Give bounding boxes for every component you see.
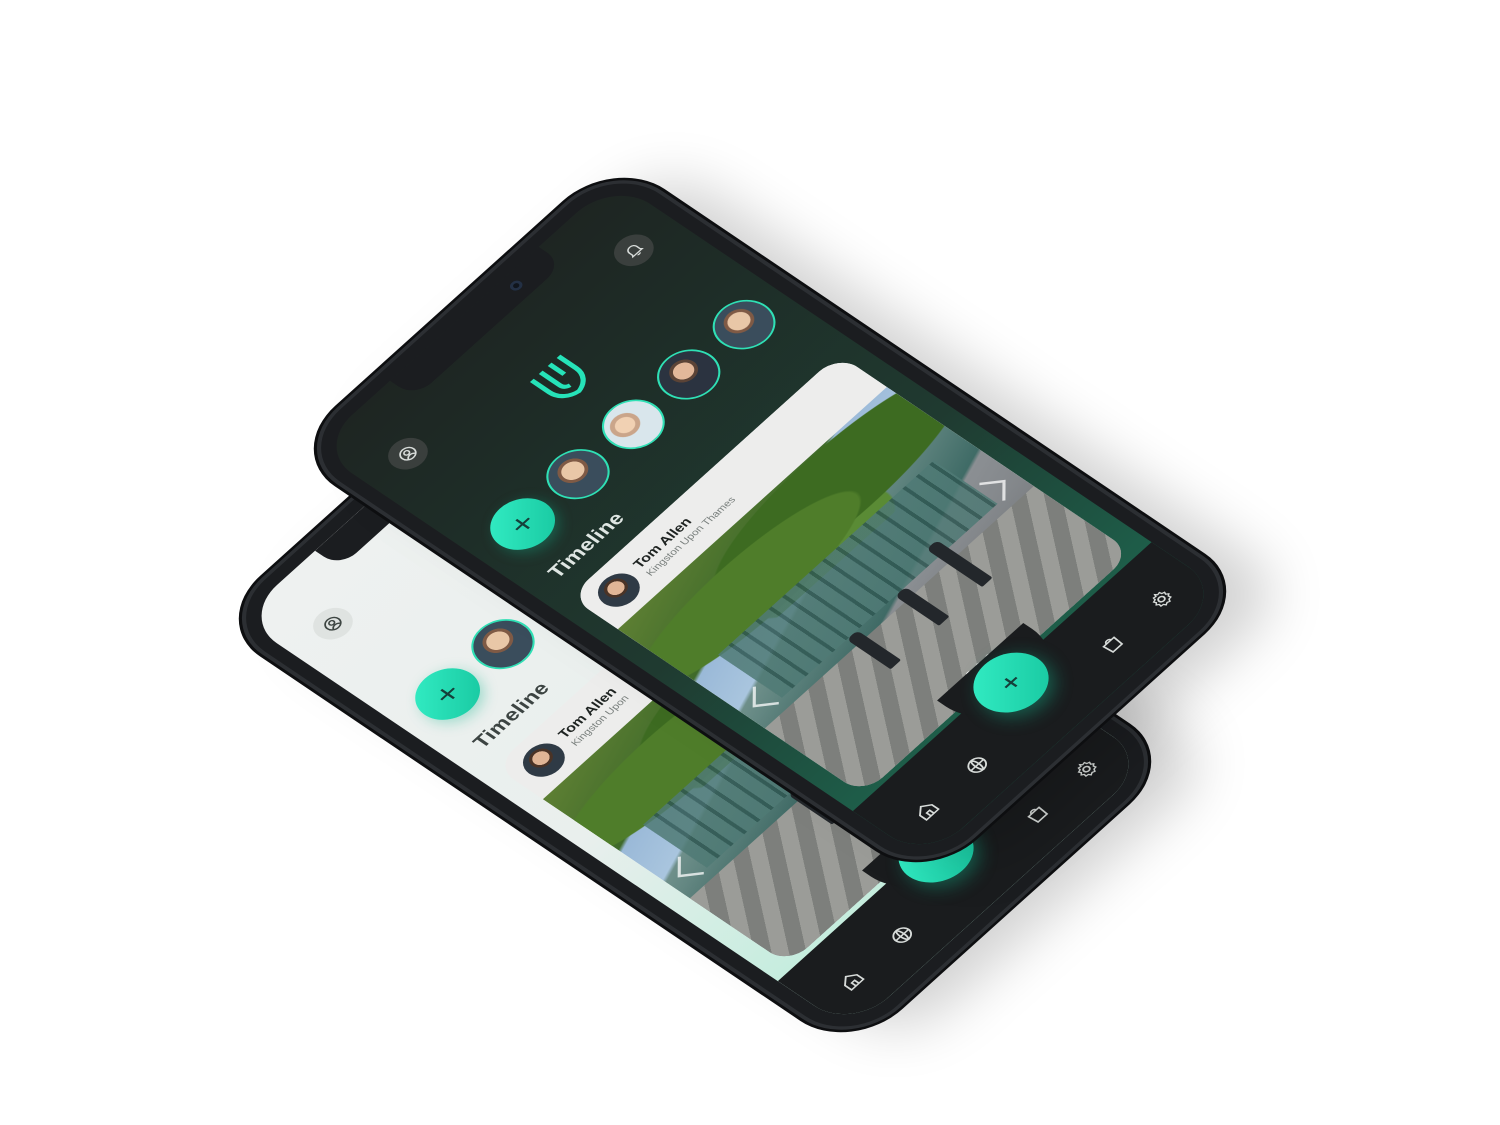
story-avatar[interactable] [458,609,548,680]
plus-icon [440,687,455,701]
globe-icon [967,757,987,774]
tab-explore[interactable] [877,916,927,956]
story-avatar[interactable] [699,289,789,360]
gear-icon [1152,591,1172,607]
globe-icon [892,927,912,944]
tab-settings[interactable] [1136,579,1186,619]
story-avatar[interactable] [533,439,623,510]
author-avatar[interactable] [514,736,574,784]
home-icon [919,803,940,821]
gear-icon [1077,761,1097,777]
profile-button[interactable] [304,601,362,646]
bell-icon [627,245,644,259]
profile-icon [399,446,417,461]
tab-settings[interactable] [1061,749,1111,789]
profile-icon [324,616,342,631]
tab-shop[interactable] [1011,795,1061,835]
profile-button[interactable] [379,431,437,476]
tab-home[interactable] [902,791,952,831]
plus-icon [515,517,530,531]
tab-explore[interactable] [952,746,1002,786]
home-icon [844,973,865,991]
add-story-button[interactable] [476,487,569,561]
bag-icon [1026,806,1048,824]
carousel-prev-icon[interactable] [677,853,705,878]
tab-shop[interactable] [1086,625,1136,665]
story-avatar[interactable] [588,389,678,460]
carousel-next-icon[interactable] [979,479,1006,504]
author-avatar[interactable] [589,566,649,614]
plus-icon [1004,676,1018,689]
notifications-button[interactable] [605,228,662,273]
story-avatar[interactable] [644,339,734,410]
mockup-stage: Timeline Tom Allen Kingston Upon Timelin… [0,0,1500,1125]
add-story-button[interactable] [401,657,494,731]
tab-home[interactable] [827,961,877,1001]
bag-icon [1101,636,1123,654]
carousel-prev-icon[interactable] [752,683,780,708]
